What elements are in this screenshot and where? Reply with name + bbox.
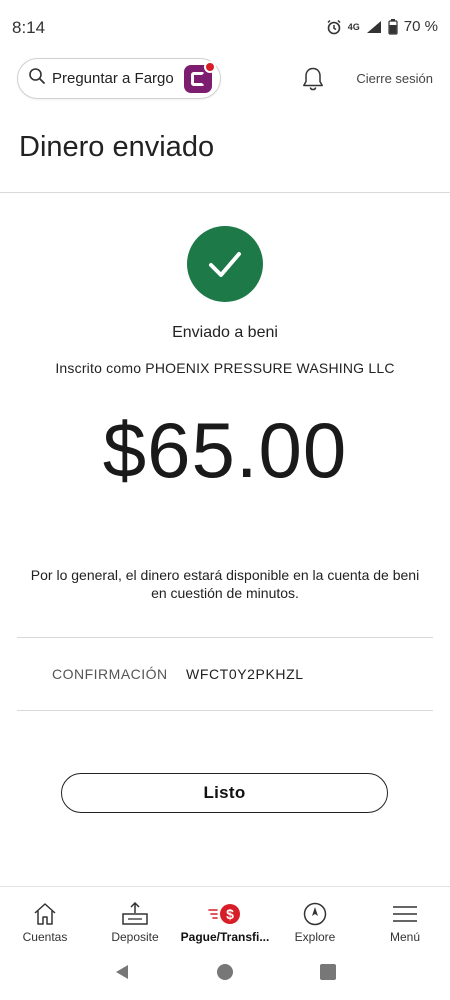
- page-title: Dinero enviado: [19, 131, 215, 163]
- home-icon: [32, 901, 58, 927]
- nav-label: Menú: [389, 930, 421, 944]
- done-button[interactable]: Listo: [61, 773, 388, 813]
- confirmation-code: WFCT0Y2PKHZL: [186, 666, 304, 682]
- status-time: 8:14: [12, 18, 46, 37]
- nav-label: Explore: [294, 930, 336, 944]
- recents-icon[interactable]: [319, 963, 337, 986]
- alarm-icon: [326, 19, 342, 35]
- status-bar: 8:14 4G 70 %: [0, 0, 450, 56]
- deposit-icon: [121, 901, 149, 927]
- ask-fargo-label: Preguntar a Fargo: [52, 70, 174, 87]
- nav-item-menu[interactable]: Menú: [360, 887, 450, 948]
- nav-item-accounts[interactable]: Cuentas: [0, 887, 90, 948]
- search-icon: [28, 67, 46, 90]
- svg-text:$: $: [226, 906, 234, 922]
- notification-dot: [204, 61, 216, 73]
- system-nav-bar: [0, 948, 450, 1000]
- home-button-icon[interactable]: [216, 963, 234, 986]
- divider: [17, 710, 433, 711]
- menu-icon: [392, 901, 418, 927]
- nav-label: Pague/Transfi...: [180, 930, 270, 944]
- confirmation-label: CONFIRMACIÓN: [52, 666, 168, 682]
- nav-item-explore[interactable]: Explore: [270, 887, 360, 948]
- bell-icon[interactable]: [301, 66, 325, 97]
- amount: $65.00: [102, 406, 348, 494]
- sign-out-link[interactable]: Cierre sesión: [356, 71, 433, 86]
- back-icon[interactable]: [113, 963, 131, 986]
- ask-fargo-search[interactable]: Preguntar a Fargo: [17, 58, 221, 99]
- divider: [0, 192, 450, 193]
- pay-transfer-icon: $: [207, 901, 243, 927]
- fargo-icon: [184, 61, 216, 93]
- battery-icon: [388, 18, 398, 35]
- enrolled-as-text: Inscrito como PHOENIX PRESSURE WASHING L…: [55, 360, 395, 376]
- availability-note: Por lo general, el dinero estará disponi…: [30, 567, 420, 601]
- network-4g-icon: 4G: [347, 21, 360, 32]
- nav-item-deposit[interactable]: Deposite: [90, 887, 180, 948]
- success-check-icon: [187, 226, 263, 302]
- sent-to-text: Enviado a beni: [172, 324, 278, 341]
- signal-icon: [366, 20, 382, 34]
- battery-percent: 70 %: [403, 18, 438, 35]
- compass-icon: [303, 901, 327, 927]
- bottom-nav: Cuentas Deposite $ Pague/Transfi... Expl…: [0, 886, 450, 948]
- divider: [17, 637, 433, 638]
- nav-item-pay-transfer[interactable]: $ Pague/Transfi...: [180, 887, 270, 948]
- nav-label: Cuentas: [22, 930, 68, 944]
- status-icons: 4G 70 %: [326, 18, 438, 35]
- nav-label: Deposite: [111, 930, 159, 944]
